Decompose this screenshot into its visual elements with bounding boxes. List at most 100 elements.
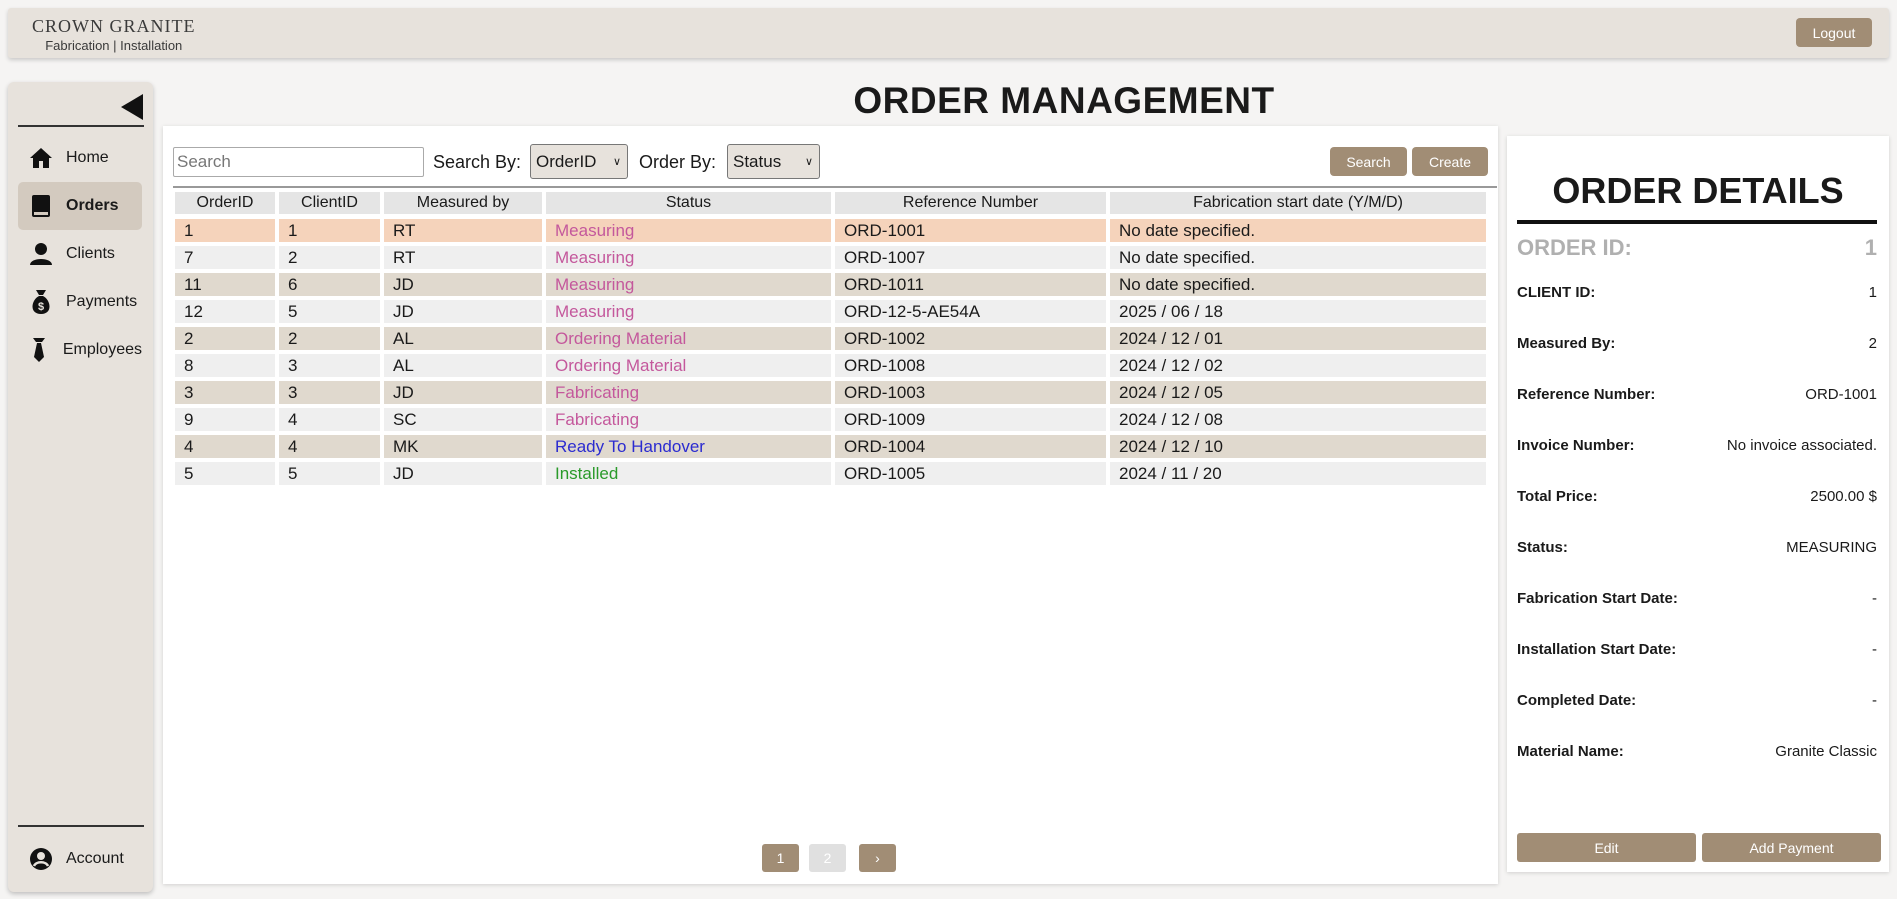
detail-row-fabrication-start: Fabrication Start Date: -: [1517, 590, 1877, 607]
cell-clientid: 3: [279, 381, 380, 404]
cell-reference-number: ORD-12-5-AE54A: [835, 300, 1106, 323]
sidebar-item-payments[interactable]: $ Payments: [18, 278, 142, 326]
sidebar-item-label: Clients: [66, 245, 115, 262]
sidebar-item-orders[interactable]: Orders: [18, 182, 142, 230]
column-header-fabrication-start[interactable]: Fabrication start date (Y/M/D): [1110, 192, 1486, 214]
column-header-reference-number[interactable]: Reference Number: [835, 192, 1106, 214]
table-row[interactable]: 3 3 JD Fabricating ORD-1003 2024 / 12 / …: [175, 381, 1487, 408]
cell-status: Ready To Handover: [546, 435, 831, 458]
cell-fabrication-start: No date specified.: [1110, 273, 1486, 296]
order-by-select[interactable]: Status ∨: [727, 144, 820, 179]
cell-clientid: 5: [279, 462, 380, 485]
cell-reference-number: ORD-1001: [835, 219, 1106, 242]
cell-status: Fabricating: [546, 381, 831, 404]
order-details-panel: ORDER DETAILS ORDER ID: 1 CLIENT ID: 1 Me…: [1507, 136, 1889, 872]
cell-orderid: 7: [175, 246, 275, 269]
detail-value: Granite Classic: [1775, 743, 1877, 760]
cell-status: Ordering Material: [546, 327, 831, 350]
cell-status: Measuring: [546, 219, 831, 242]
cell-measured-by: JD: [384, 300, 542, 323]
cell-reference-number: ORD-1009: [835, 408, 1106, 431]
cell-fabrication-start: 2024 / 12 / 08: [1110, 408, 1486, 431]
detail-value: -: [1872, 641, 1877, 658]
cell-reference-number: ORD-1005: [835, 462, 1106, 485]
table-row[interactable]: 2 2 AL Ordering Material ORD-1002 2024 /…: [175, 327, 1487, 354]
detail-label: Total Price:: [1517, 488, 1598, 505]
cell-measured-by: JD: [384, 462, 542, 485]
cell-status: Fabricating: [546, 408, 831, 431]
sidebar-divider: [18, 125, 144, 127]
sidebar-item-home[interactable]: Home: [18, 134, 142, 182]
money-bag-icon: $: [28, 289, 54, 315]
logout-button[interactable]: Logout: [1796, 18, 1872, 47]
edit-button[interactable]: Edit: [1517, 833, 1696, 862]
table-row[interactable]: 4 4 MK Ready To Handover ORD-1004 2024 /…: [175, 435, 1487, 462]
table-row[interactable]: 5 5 JD Installed ORD-1005 2024 / 11 / 20: [175, 462, 1487, 489]
create-button[interactable]: Create: [1412, 147, 1488, 176]
detail-value: No invoice associated.: [1726, 437, 1877, 454]
table-row[interactable]: 1 1 RT Measuring ORD-1001 No date specif…: [175, 219, 1487, 246]
account-circle-icon: [28, 846, 54, 872]
detail-label: Status:: [1517, 539, 1568, 556]
detail-row-material-name: Material Name: Granite Classic: [1517, 743, 1877, 760]
order-by-value: Status: [733, 151, 782, 171]
sidebar-item-account[interactable]: Account: [18, 835, 142, 883]
detail-row-total-price: Total Price: 2500.00 $: [1517, 488, 1877, 505]
detail-label: Fabrication Start Date:: [1517, 590, 1678, 607]
cell-reference-number: ORD-1011: [835, 273, 1106, 296]
detail-value: ORD-1001: [1805, 386, 1877, 403]
cell-clientid: 6: [279, 273, 380, 296]
cell-measured-by: JD: [384, 381, 542, 404]
collapse-sidebar-icon[interactable]: [121, 94, 143, 120]
detail-label: Invoice Number:: [1517, 437, 1635, 454]
brand-name: CROWN GRANITE: [32, 16, 196, 36]
sidebar-item-label: Orders: [66, 197, 119, 214]
table-row[interactable]: 12 5 JD Measuring ORD-12-5-AE54A 2025 / …: [175, 300, 1487, 327]
next-page-button[interactable]: ›: [859, 844, 896, 872]
search-button[interactable]: Search: [1330, 147, 1407, 176]
search-by-select[interactable]: OrderID ∨: [530, 144, 628, 179]
table-row[interactable]: 11 6 JD Measuring ORD-1011 No date speci…: [175, 273, 1487, 300]
cell-orderid: 2: [175, 327, 275, 350]
sidebar-item-label: Home: [66, 149, 109, 166]
detail-row-measured-by: Measured By: 2: [1517, 335, 1877, 352]
detail-row-reference-number: Reference Number: ORD-1001: [1517, 386, 1877, 403]
search-input[interactable]: [173, 147, 424, 177]
detail-value: 2: [1868, 335, 1877, 352]
page-title: ORDER MANAGEMENT: [160, 80, 1895, 122]
orders-table: OrderID ClientID Measured by Status Refe…: [175, 192, 1487, 489]
detail-label: Installation Start Date:: [1517, 641, 1677, 658]
cell-fabrication-start: No date specified.: [1110, 246, 1486, 269]
sidebar-item-employees[interactable]: Employees: [18, 326, 142, 374]
detail-value: -: [1872, 590, 1877, 607]
page-1-button[interactable]: 1: [762, 844, 799, 872]
table-row[interactable]: 7 2 RT Measuring ORD-1007 No date specif…: [175, 246, 1487, 273]
table-row[interactable]: 8 3 AL Ordering Material ORD-1008 2024 /…: [175, 354, 1487, 381]
user-icon: [28, 241, 54, 267]
cell-measured-by: RT: [384, 246, 542, 269]
cell-status: Ordering Material: [546, 354, 831, 377]
table-row[interactable]: 9 4 SC Fabricating ORD-1009 2024 / 12 / …: [175, 408, 1487, 435]
cell-fabrication-start: 2024 / 12 / 10: [1110, 435, 1486, 458]
page-2-button[interactable]: 2: [809, 844, 846, 872]
column-header-measured-by[interactable]: Measured by: [384, 192, 542, 214]
cell-status: Measuring: [546, 273, 831, 296]
detail-value: MEASURING: [1786, 539, 1877, 556]
column-header-orderid[interactable]: OrderID: [175, 192, 275, 214]
sidebar-item-label: Employees: [62, 341, 142, 358]
column-header-status[interactable]: Status: [546, 192, 831, 214]
home-icon: [28, 145, 54, 171]
sidebar-item-clients[interactable]: Clients: [18, 230, 142, 278]
column-header-clientid[interactable]: ClientID: [279, 192, 380, 214]
detail-label: Reference Number:: [1517, 386, 1656, 403]
cell-measured-by: AL: [384, 327, 542, 350]
brand-logo: CROWN GRANITE Fabrication | Installation: [32, 16, 196, 53]
details-title: ORDER DETAILS: [1552, 170, 1844, 211]
add-payment-button[interactable]: Add Payment: [1702, 833, 1881, 862]
cell-measured-by: JD: [384, 273, 542, 296]
orders-panel: Search By: OrderID ∨ Order By: Status ∨ …: [163, 126, 1498, 884]
detail-value: 2500.00 $: [1810, 488, 1877, 505]
detail-value: 1: [1868, 284, 1877, 301]
detail-row-invoice-number: Invoice Number: No invoice associated.: [1517, 437, 1877, 454]
cell-measured-by: MK: [384, 435, 542, 458]
